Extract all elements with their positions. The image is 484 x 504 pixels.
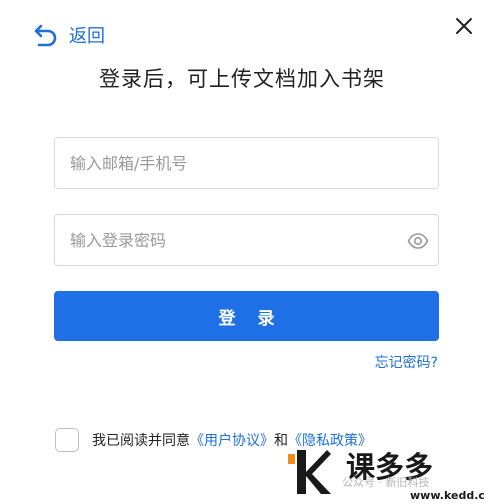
back-label: 返回 <box>69 26 105 47</box>
brand-url: www.kedd.cn <box>410 489 484 502</box>
email-field[interactable] <box>54 137 439 189</box>
login-button[interactable]: 登 录 <box>54 291 439 341</box>
close-button[interactable] <box>452 14 476 38</box>
undo-arrow-icon <box>33 23 59 47</box>
agreement-prefix: 我已阅读并同意 <box>92 433 190 449</box>
password-input[interactable] <box>55 215 438 265</box>
brand-logo-icon <box>288 450 331 494</box>
page-title: 登录后，可上传文档加入书架 <box>99 67 385 91</box>
watermark-text: 公众号 · 新旧科技 <box>342 476 430 489</box>
forgot-password-link[interactable]: 忘记密码? <box>375 352 438 372</box>
agreement-checkbox[interactable] <box>55 428 79 452</box>
email-input[interactable] <box>55 138 438 188</box>
user-agreement-link[interactable]: 《用户协议》 <box>190 430 274 450</box>
back-button[interactable]: 返回 <box>33 22 105 48</box>
watermark: 课多多 公众号 · 新旧科技 www.kedd.cn <box>284 444 484 504</box>
close-icon <box>456 18 472 34</box>
eye-icon[interactable] <box>407 230 429 252</box>
password-field[interactable] <box>54 214 439 266</box>
